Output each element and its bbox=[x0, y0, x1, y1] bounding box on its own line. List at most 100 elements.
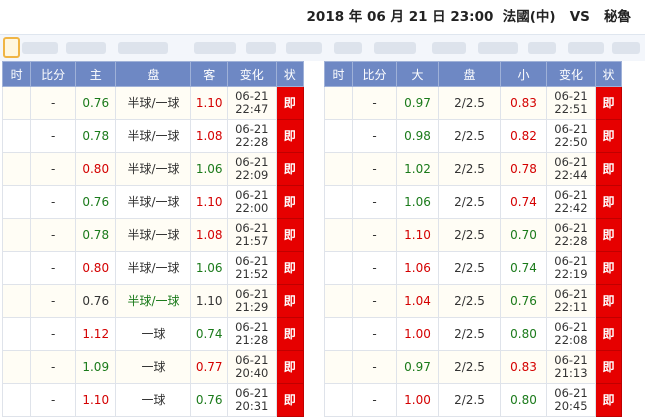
company-tabs-bar bbox=[0, 34, 645, 61]
company-tab[interactable] bbox=[66, 42, 106, 54]
time-cell bbox=[1, 251, 32, 285]
time-cell bbox=[1, 218, 32, 252]
table-row: -1.06 2/2.5 0.74 06-21 22:19 即 bbox=[324, 251, 622, 285]
score-cell: - bbox=[352, 119, 397, 153]
score-cell: - bbox=[352, 152, 397, 186]
company-tab[interactable] bbox=[246, 42, 276, 54]
total-line-cell: 2/2.5 bbox=[438, 218, 501, 252]
score-cell: - bbox=[30, 86, 76, 120]
time-cell bbox=[1, 383, 32, 417]
handicap-line-cell: 半球/一球 bbox=[115, 119, 192, 153]
change-time: 22:08 bbox=[554, 333, 588, 347]
change-time-cell: 06-21 22:50 bbox=[546, 119, 596, 153]
status-badge[interactable]: 即 bbox=[275, 185, 305, 219]
handicap-odds-table: 时 比分 主 盘 客 变化 状 -0.76 半球/一球 1.10 06-21 22:47… bbox=[1, 61, 305, 417]
col-header-score: 比分 bbox=[352, 61, 397, 87]
under-odds-cell: 0.83 bbox=[500, 350, 547, 384]
status-badge[interactable]: 即 bbox=[275, 251, 305, 285]
change-time-cell: 06-21 22:47 bbox=[226, 86, 277, 120]
handicap-line-cell: 半球/一球 bbox=[115, 86, 192, 120]
time-cell bbox=[324, 218, 353, 252]
col-header-away: 客 bbox=[190, 61, 228, 87]
status-badge[interactable]: 即 bbox=[595, 185, 622, 219]
table-row: -0.76 半球/一球 1.10 06-21 22:00 即 bbox=[1, 185, 305, 219]
away-odds-cell: 0.74 bbox=[190, 317, 228, 351]
time-cell bbox=[1, 317, 32, 351]
change-time: 22:42 bbox=[554, 201, 588, 215]
change-time: 22:47 bbox=[235, 102, 269, 116]
status-badge[interactable]: 即 bbox=[275, 317, 305, 351]
col-header-over: 大 bbox=[396, 61, 439, 87]
time-cell bbox=[1, 119, 32, 153]
table-row: -0.97 2/2.5 0.83 06-21 22:51 即 bbox=[324, 86, 622, 120]
away-odds-cell: 0.76 bbox=[190, 383, 228, 417]
status-badge[interactable]: 即 bbox=[595, 86, 622, 120]
company-tab[interactable] bbox=[528, 42, 556, 54]
status-badge[interactable]: 即 bbox=[595, 284, 622, 318]
handicap-line-cell: 半球/一球 bbox=[115, 284, 192, 318]
time-cell bbox=[324, 251, 353, 285]
change-time-cell: 06-21 20:31 bbox=[226, 383, 277, 417]
company-tab[interactable] bbox=[568, 42, 604, 54]
status-badge[interactable]: 即 bbox=[595, 152, 622, 186]
home-odds-cell: 0.80 bbox=[74, 152, 117, 186]
company-tab[interactable] bbox=[612, 42, 640, 54]
status-badge[interactable]: 即 bbox=[275, 86, 305, 120]
status-badge[interactable]: 即 bbox=[595, 350, 622, 384]
change-time: 21:52 bbox=[235, 267, 269, 281]
total-goals-odds-table: 时 比分 大 盘 小 变化 状 -0.97 2/2.5 0.83 06-21 22:51… bbox=[324, 61, 622, 417]
change-time-cell: 06-21 22:19 bbox=[546, 251, 596, 285]
change-time: 20:40 bbox=[235, 366, 269, 380]
handicap-line-cell: 半球/一球 bbox=[115, 251, 192, 285]
table-row: -0.98 2/2.5 0.82 06-21 22:50 即 bbox=[324, 119, 622, 153]
table-row: -1.04 2/2.5 0.76 06-21 22:11 即 bbox=[324, 284, 622, 318]
status-badge[interactable]: 即 bbox=[275, 152, 305, 186]
time-cell bbox=[1, 185, 32, 219]
status-badge[interactable]: 即 bbox=[595, 119, 622, 153]
change-time: 22:51 bbox=[554, 102, 588, 116]
table-row: -0.97 2/2.5 0.83 06-21 21:13 即 bbox=[324, 350, 622, 384]
status-badge[interactable]: 即 bbox=[595, 218, 622, 252]
score-cell: - bbox=[352, 218, 397, 252]
status-badge[interactable]: 即 bbox=[275, 350, 305, 384]
over-odds-cell: 1.06 bbox=[396, 251, 439, 285]
status-badge[interactable]: 即 bbox=[595, 317, 622, 351]
company-tab[interactable] bbox=[334, 42, 362, 54]
total-line-cell: 2/2.5 bbox=[438, 251, 501, 285]
col-header-change: 变化 bbox=[226, 61, 277, 87]
company-tab[interactable] bbox=[118, 42, 168, 54]
company-tab-selected[interactable] bbox=[3, 37, 20, 58]
change-time-cell: 06-21 21:28 bbox=[226, 317, 277, 351]
home-odds-cell: 0.80 bbox=[74, 251, 117, 285]
company-tab[interactable] bbox=[194, 42, 236, 54]
company-tab[interactable] bbox=[374, 42, 416, 54]
change-time: 21:57 bbox=[235, 234, 269, 248]
score-cell: - bbox=[352, 383, 397, 417]
change-time-cell: 06-21 22:51 bbox=[546, 86, 596, 120]
status-badge[interactable]: 即 bbox=[275, 383, 305, 417]
status-badge[interactable]: 即 bbox=[275, 119, 305, 153]
status-badge[interactable]: 即 bbox=[595, 251, 622, 285]
company-tab[interactable] bbox=[286, 42, 322, 54]
status-badge[interactable]: 即 bbox=[275, 218, 305, 252]
company-tab[interactable] bbox=[432, 42, 466, 54]
total-line-cell: 2/2.5 bbox=[438, 383, 501, 417]
col-header-time: 时 bbox=[1, 61, 32, 87]
handicap-line-cell: 一球 bbox=[115, 350, 192, 384]
company-tab[interactable] bbox=[478, 42, 518, 54]
status-badge[interactable]: 即 bbox=[275, 284, 305, 318]
change-time: 20:31 bbox=[235, 399, 269, 413]
score-cell: - bbox=[30, 119, 76, 153]
change-time: 22:19 bbox=[554, 267, 588, 281]
total-line-cell: 2/2.5 bbox=[438, 317, 501, 351]
handicap-line-cell: 半球/一球 bbox=[115, 218, 192, 252]
away-odds-cell: 1.06 bbox=[190, 251, 228, 285]
table-header-row: 时 比分 主 盘 客 变化 状 bbox=[1, 61, 305, 87]
over-odds-cell: 0.97 bbox=[396, 350, 439, 384]
time-cell bbox=[324, 152, 353, 186]
change-time-cell: 06-21 22:09 bbox=[226, 152, 277, 186]
change-time: 22:11 bbox=[554, 300, 588, 314]
status-badge[interactable]: 即 bbox=[595, 383, 622, 417]
home-odds-cell: 0.76 bbox=[74, 284, 117, 318]
company-tab[interactable] bbox=[22, 42, 58, 54]
